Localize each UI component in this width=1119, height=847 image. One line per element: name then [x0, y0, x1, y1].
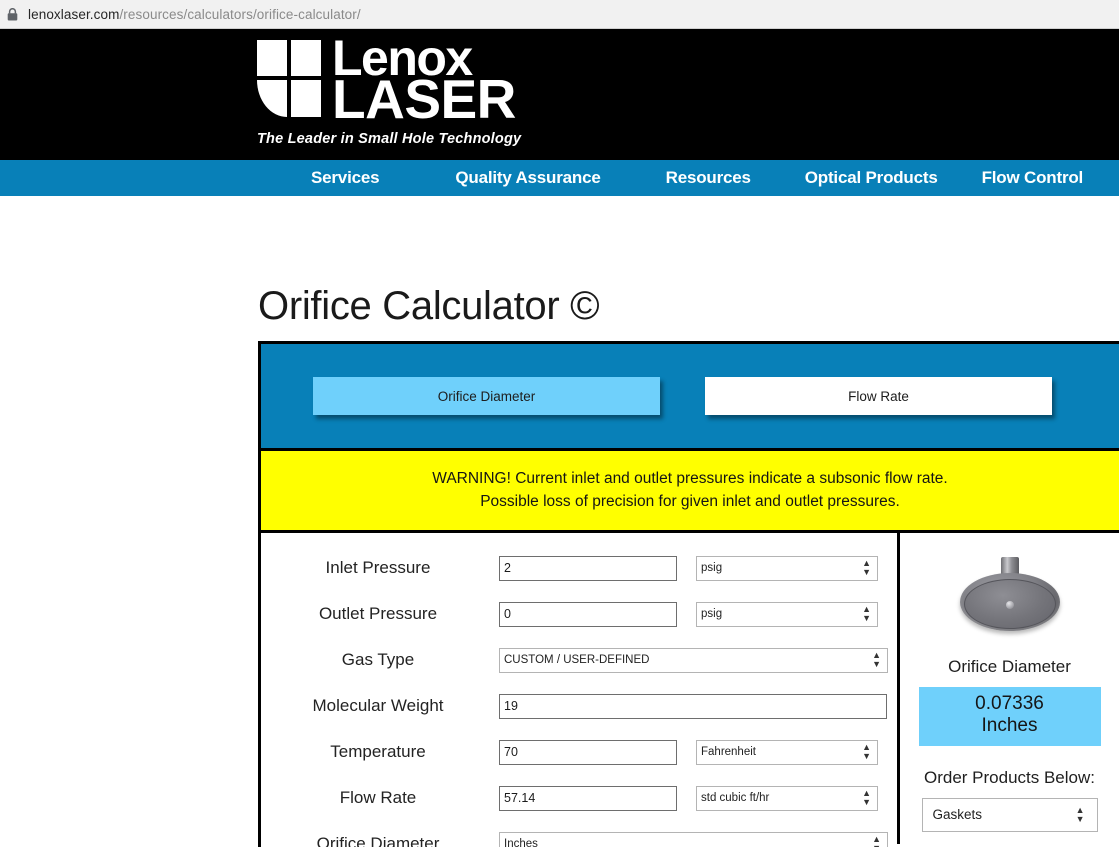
- result-unit: Inches: [981, 715, 1038, 737]
- orifice-calculator-panel: Orifice Diameter Flow Rate WARNING! Curr…: [258, 341, 1119, 847]
- calculator-form: Inlet Pressure psig ▲▼ Outlet Pressure p…: [261, 533, 897, 847]
- select-order-products[interactable]: Gaskets ▲ ▼: [921, 797, 1098, 832]
- chevron-updown-icon: ▲▼: [862, 558, 871, 577]
- page-content: Lenox LASER The Leader in Small Hole Tec…: [0, 29, 1119, 847]
- select-outlet-pressure-unit[interactable]: psig ▲ ▼: [696, 601, 878, 627]
- label-orifice-diameter: Orifice Diameter: [316, 834, 440, 847]
- field-row-outlet-pressure: Outlet Pressure psig ▲▼: [261, 591, 897, 637]
- url-text: lenoxlaser.com/resources/calculators/ori…: [28, 7, 361, 22]
- calculator-result-panel: Orifice Diameter 0.07336 Inches Order Pr…: [897, 533, 1119, 844]
- result-value: 0.07336: [975, 693, 1044, 714]
- input-flow-rate[interactable]: [499, 785, 677, 811]
- chevron-updown-icon: ▲▼: [862, 604, 871, 623]
- label-gas-type: Gas Type: [341, 650, 415, 669]
- field-row-orifice-diameter: Orifice Diameter Inches ▲▼: [261, 821, 897, 847]
- field-row-molecular-weight: Molecular Weight: [261, 683, 897, 729]
- warning-line-2: Possible loss of precision for given inl…: [480, 492, 900, 510]
- logo-tagline: The Leader in Small Hole Technology: [257, 131, 522, 148]
- select-orifice-diameter-unit[interactable]: Inches ▲▼: [499, 831, 888, 847]
- site-logo[interactable]: Lenox LASER The Leader in Small Hole Tec…: [257, 33, 522, 148]
- tab-flow-rate[interactable]: Flow Rate: [705, 377, 1052, 415]
- orifice-plate-photo: [956, 555, 1064, 641]
- result-label: Orifice Diameter: [948, 657, 1071, 676]
- page-title: Orifice Calculator ©: [258, 283, 600, 328]
- select-inlet-pressure-unit-value: psig: [701, 562, 723, 574]
- nav-item-flow-control[interactable]: Flow Control: [982, 168, 1084, 188]
- warning-line-1: WARNING! Current inlet and outlet pressu…: [432, 470, 948, 488]
- field-row-inlet-pressure: Inlet Pressure psig ▲▼: [261, 545, 897, 591]
- site-header: Lenox LASER The Leader in Small Hole Tec…: [0, 29, 1119, 160]
- input-inlet-pressure[interactable]: [499, 555, 677, 581]
- lenox-logo-mark-icon: [257, 40, 323, 118]
- nav-item-services[interactable]: Services: [311, 168, 380, 188]
- logo-text-laser: LASER: [332, 68, 516, 130]
- lock-icon: [4, 5, 20, 23]
- select-outlet-pressure-unit-value: psig: [701, 608, 723, 620]
- label-outlet-pressure: Outlet Pressure: [318, 604, 438, 623]
- select-flow-rate-unit-value: std cubic ft/hr: [701, 792, 770, 804]
- nav-item-optical-products[interactable]: Optical Products: [805, 168, 938, 188]
- browser-address-bar[interactable]: lenoxlaser.com/resources/calculators/ori…: [0, 0, 1119, 29]
- select-order-products-value: Gaskets: [932, 807, 983, 823]
- select-temperature-unit-value: Fahrenheit: [701, 746, 756, 758]
- result-value-box: 0.07336 Inches: [918, 687, 1101, 746]
- nav-item-quality-assurance[interactable]: Quality Assurance: [455, 168, 600, 188]
- select-gas-type-value: CUSTOM / USER-DEFINED: [504, 654, 650, 666]
- warning-banner: WARNING! Current inlet and outlet pressu…: [261, 448, 1119, 533]
- input-temperature[interactable]: [499, 739, 677, 765]
- url-path: /resources/calculators/orifice-calculato…: [119, 6, 361, 22]
- field-row-temperature: Temperature Fahrenheit ▲▼: [261, 729, 897, 775]
- label-molecular-weight: Molecular Weight: [312, 696, 444, 715]
- input-outlet-pressure[interactable]: [499, 601, 677, 627]
- calculator-tabs: Orifice Diameter Flow Rate: [261, 344, 1119, 448]
- field-row-flow-rate: Flow Rate std cubic ft/hr ▲▼: [261, 775, 897, 821]
- nav-item-resources[interactable]: Resources: [666, 168, 751, 188]
- main-navigation: Services Quality Assurance Resources Opt…: [0, 160, 1119, 196]
- chevron-updown-icon: ▲▼: [1075, 804, 1085, 824]
- select-orifice-diameter-unit-value: Inches: [504, 838, 538, 847]
- field-row-gas-type: Gas Type CUSTOM / USER-DEFINED ▲ ▼: [261, 637, 897, 683]
- select-gas-type[interactable]: CUSTOM / USER-DEFINED ▲ ▼: [499, 647, 888, 673]
- label-flow-rate: Flow Rate: [339, 788, 417, 807]
- order-products-label: Order Products Below:: [923, 767, 1095, 787]
- select-flow-rate-unit[interactable]: std cubic ft/hr ▲ ▼: [696, 785, 878, 811]
- tab-orifice-diameter[interactable]: Orifice Diameter: [313, 377, 660, 415]
- chevron-updown-icon: ▲▼: [872, 650, 881, 669]
- chevron-updown-icon: ▲▼: [862, 788, 871, 807]
- chevron-updown-icon: ▲▼: [862, 742, 871, 761]
- chevron-updown-icon: ▲▼: [872, 834, 881, 847]
- url-host: lenoxlaser.com: [28, 6, 120, 22]
- select-temperature-unit[interactable]: Fahrenheit ▲ ▼: [696, 739, 878, 765]
- logo-wordmark: Lenox LASER: [332, 33, 516, 130]
- logo-row: Lenox LASER: [257, 33, 521, 130]
- label-inlet-pressure: Inlet Pressure: [325, 558, 431, 577]
- select-inlet-pressure-unit[interactable]: psig ▲ ▼: [696, 555, 878, 581]
- input-molecular-weight[interactable]: [499, 693, 887, 719]
- label-temperature: Temperature: [330, 742, 426, 761]
- calculator-body: Inlet Pressure psig ▲▼ Outlet Pressure p…: [261, 533, 1119, 847]
